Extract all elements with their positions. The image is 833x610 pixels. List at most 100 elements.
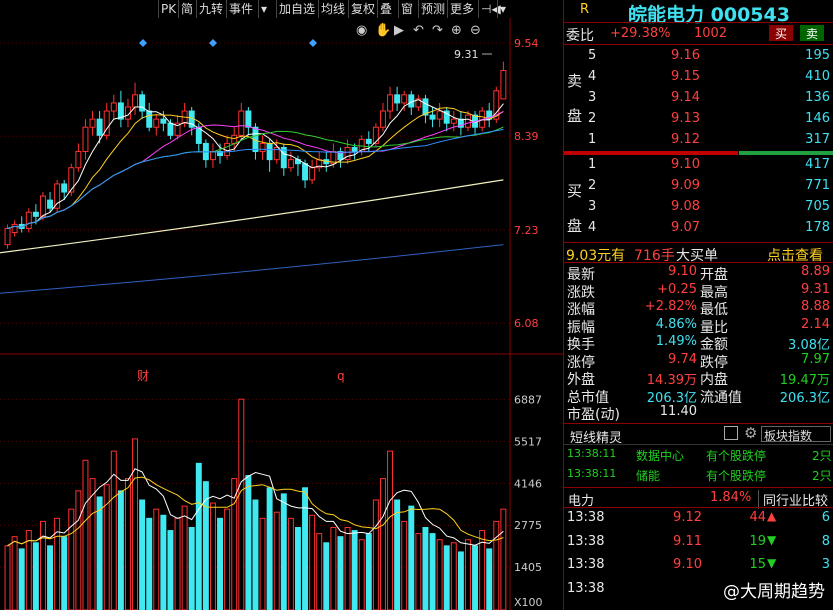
tick-time: 13:38 [567, 580, 605, 596]
ask-level: 3 [588, 90, 597, 105]
buy-button[interactable]: 买 [769, 25, 793, 41]
candle-body [401, 94, 408, 104]
candle-body [302, 163, 309, 181]
toolbar-item-1[interactable]: 简 [178, 0, 195, 18]
volume-bar [209, 502, 216, 610]
stat-value: 9.74 [668, 351, 697, 367]
toolbar-item-5[interactable]: 加自选 [276, 0, 317, 18]
window-icon[interactable] [724, 426, 738, 440]
ask-volume: 317 [805, 132, 830, 147]
volume-bar [238, 398, 245, 610]
candle-body [436, 110, 443, 120]
stat-value-2: 206.3亿 [779, 390, 830, 406]
sector-index-button[interactable]: 板块指数 [761, 426, 831, 442]
eye-icon[interactable]: ◉ [356, 23, 367, 38]
volume-bar [450, 542, 457, 610]
sprite-time: 13:38:11 [567, 447, 617, 460]
toolbar-item-9[interactable]: 窗 [398, 0, 415, 18]
volume-bar [39, 520, 46, 610]
volume-bar [32, 542, 39, 610]
sprite-sector[interactable]: 储能 [636, 467, 660, 484]
volume-bar [422, 527, 429, 610]
volume-bar [408, 505, 415, 610]
candle-body [11, 223, 18, 234]
volume-bar [365, 533, 372, 610]
stat-value: 1.49% [655, 334, 697, 349]
volume-bar [217, 517, 224, 610]
zoom-in-icon[interactable]: ⊕ [451, 23, 462, 38]
candle-body [259, 142, 266, 153]
ask-price: 9.16 [671, 48, 700, 63]
stat-label: 市盈(动) [567, 407, 620, 423]
candle-body [110, 102, 117, 112]
kline-svg[interactable]: 6.08 7.23 8.39 9.54 6887 5517 4146 2775 1405 X100… [0, 18, 563, 610]
volume-bar [82, 459, 89, 610]
candle-body [408, 94, 415, 108]
sprite-sector[interactable]: 数据中心 [636, 447, 684, 464]
toolbar-item-3[interactable]: 事件 [226, 0, 255, 18]
toolbar-item-13[interactable]: ▾ [497, 0, 508, 18]
price-tick-label: 8.39 [514, 130, 539, 143]
weibi-label: 委比 [566, 28, 594, 44]
ask-volume: 136 [805, 90, 830, 105]
candle-body [153, 118, 160, 128]
toolbar-item-2[interactable]: 九转 [196, 0, 225, 18]
volume-bar [252, 499, 259, 610]
weibi-diff: 1002 [694, 26, 728, 41]
volume-bar [174, 517, 181, 610]
volume-bar [372, 499, 379, 610]
candle-body [266, 142, 273, 161]
weibi-pct: +29.38% [610, 26, 671, 41]
sell-button[interactable]: 卖 [800, 25, 824, 41]
volume-bar [47, 545, 54, 610]
volume-bar [493, 520, 500, 610]
volume-bar [224, 508, 231, 610]
candle-body [387, 94, 394, 112]
ma250-line [0, 244, 504, 294]
toolbar-item-0[interactable]: PK [158, 0, 178, 18]
candle-body [47, 199, 54, 209]
kline-chart[interactable]: 6.08 7.23 8.39 9.54 6887 5517 4146 2775 1405 X100… [0, 18, 563, 610]
tick-up-arrow-icon: ▲ [767, 509, 777, 523]
undo-icon[interactable]: ↶ [413, 23, 424, 38]
bid-level: 2 [588, 178, 597, 193]
toolbar-item-4[interactable]: ▾ [258, 0, 269, 18]
play-icon[interactable]: ▶ [394, 23, 404, 38]
volume-bar [464, 539, 471, 610]
toolbar-item-10[interactable]: 预测 [418, 0, 447, 18]
ask-price: 9.15 [671, 69, 700, 84]
candle-body [25, 211, 32, 229]
toolbar-item-6[interactable]: 均线 [318, 0, 347, 18]
toolbar-item-7[interactable]: 复权 [348, 0, 377, 18]
zoom-out-icon[interactable]: ⊖ [470, 23, 481, 38]
ma120-line [0, 179, 504, 254]
bid-bar [739, 151, 833, 155]
r-badge: R [580, 2, 590, 17]
candle-body [309, 167, 316, 181]
stat-value-2: 8.88 [801, 299, 830, 314]
bid-level: 1 [588, 157, 597, 172]
bid-label-2: 盘 [567, 217, 583, 235]
ask-price: 9.14 [671, 90, 700, 105]
stat-value: +0.25 [657, 281, 697, 297]
stat-value-2: 3.08亿 [788, 338, 830, 353]
volume-bar [387, 450, 394, 610]
stat-label-2: 流通值 [700, 389, 742, 406]
candle-body [245, 110, 252, 128]
gear-icon[interactable]: ⚙ [744, 424, 757, 442]
bid-volume: 178 [805, 220, 830, 235]
toolbar-item-11[interactable]: 更多 [447, 0, 476, 18]
volume-bar [323, 542, 330, 610]
volume-bar [245, 475, 252, 610]
bid-price: 9.08 [671, 199, 700, 214]
volume-bar [25, 530, 32, 610]
redo-icon[interactable]: ↷ [432, 23, 444, 38]
hand-icon[interactable]: ✋ [375, 22, 391, 38]
volume-bar [181, 505, 188, 610]
toolbar-item-8[interactable]: 叠 [377, 0, 394, 18]
stat-value-2: 8.89 [801, 264, 830, 279]
candle-body [500, 70, 507, 100]
stat-value: 206.3亿 [646, 390, 697, 406]
volume-bar [146, 517, 153, 610]
volume-bar [429, 533, 436, 610]
